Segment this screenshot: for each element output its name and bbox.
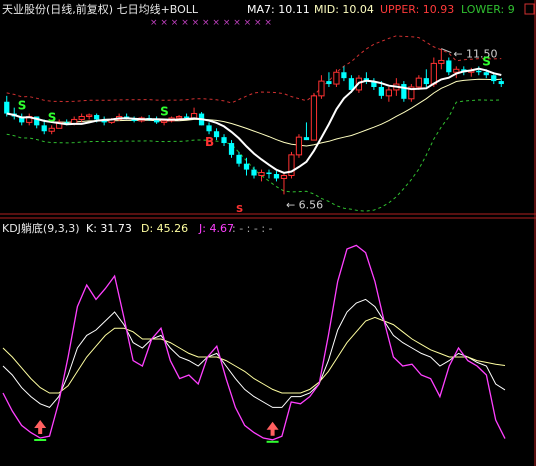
candle-body-up: [86, 114, 93, 118]
mid-label: MID: 10.04: [314, 3, 374, 16]
candle-body-up: [280, 175, 288, 179]
candle-body-down: [341, 72, 347, 79]
candle-body-down: [498, 81, 504, 85]
signal-mark: S: [160, 104, 169, 118]
candle-body-up: [430, 62, 437, 85]
signal-mark: S: [482, 54, 491, 68]
kdj-indicator: [2, 244, 506, 443]
kdj-line-j: [2, 244, 506, 441]
candle-body-down: [401, 84, 407, 99]
candle-body-up: [78, 116, 85, 120]
chart-canvas: ← 11.50← 6.56SS SBSS 天业股份(日线,前复权) 七日均线+BO…: [0, 0, 536, 466]
candle-body-up: [160, 120, 168, 123]
candle-body-down: [228, 143, 235, 155]
lower-label: LOWER: 9: [461, 3, 515, 16]
candle-body-down: [94, 115, 100, 120]
kdj-title: KDJ躺底(9,3,3): [2, 221, 80, 235]
buy-arrow-icon: [266, 421, 279, 436]
candle-body-down: [273, 174, 280, 179]
candle-body-up: [258, 172, 265, 177]
kdj-k-label: K: 31.73: [86, 222, 132, 235]
candle-body-up: [438, 59, 445, 64]
candle-body-up: [333, 71, 340, 85]
candle-body-down: [303, 137, 310, 141]
candle-body-up: [295, 136, 303, 156]
kdj-line-d: [2, 316, 506, 394]
signal-mark: S: [18, 99, 27, 113]
buy-arrow-icon: [34, 420, 47, 434]
candle-body-down: [251, 169, 257, 176]
candle-body-down: [326, 81, 332, 85]
kdj-j-label: J: 4.67: [198, 222, 234, 235]
candle-body-up: [48, 127, 55, 132]
candle-body-down: [236, 154, 242, 164]
ma7-label: MA7: 10.11: [247, 3, 310, 16]
candle-body-up: [318, 80, 325, 97]
chart-title: 天业股份(日线,前复权) 七日均线+BOLL: [2, 2, 199, 16]
kdj-line-k: [2, 298, 506, 408]
candle-body-down: [446, 60, 452, 73]
candle-body-down: [491, 75, 497, 82]
candle-body-down: [221, 137, 227, 144]
candle-body-down: [183, 116, 190, 118]
candle-body-up: [175, 116, 183, 119]
candle-body-down: [378, 87, 384, 96]
candle-body-down: [483, 72, 489, 76]
candle-body-down: [266, 172, 272, 175]
signal-mark: S: [48, 110, 57, 124]
boll-upper-line: [6, 35, 502, 104]
header-marks: × × × × × × × × × × × ×: [150, 18, 272, 28]
kdj-d-label: D: 45.26: [141, 222, 188, 235]
boll-mid-line: [6, 78, 502, 147]
candle-body-up: [415, 77, 422, 88]
candle-body-down: [213, 131, 220, 138]
signal-mark-bottom: S: [236, 204, 243, 215]
candle-body-up: [385, 89, 392, 97]
stock-chart-window: ← 11.50 ← 6.56 S S S B S S 天业股份(日线,前复权) 七日均线+BO…: [0, 0, 536, 466]
candle-body-down: [243, 163, 250, 170]
candle-body-down: [4, 101, 10, 114]
candle-body-down: [476, 70, 482, 73]
low-price-label: ← 6.56: [286, 198, 323, 211]
candle-body-up: [453, 68, 460, 73]
candle-body-up: [310, 95, 318, 141]
candle-body-down: [41, 125, 47, 132]
candle-body-up: [190, 113, 198, 119]
candle-body-down: [206, 125, 212, 132]
moving-average-lines: [6, 67, 502, 174]
scroll-box-icon[interactable]: [524, 3, 535, 15]
signal-mark: B: [205, 135, 214, 149]
upper-label: UPPER: 10.93: [380, 3, 454, 16]
candle-body-down: [423, 78, 429, 85]
price-annotations: ← 11.50← 6.56SS SBSS: [18, 48, 498, 215]
kdj-tail: : - : - : -: [232, 222, 273, 235]
ma7-line: [6, 67, 502, 174]
